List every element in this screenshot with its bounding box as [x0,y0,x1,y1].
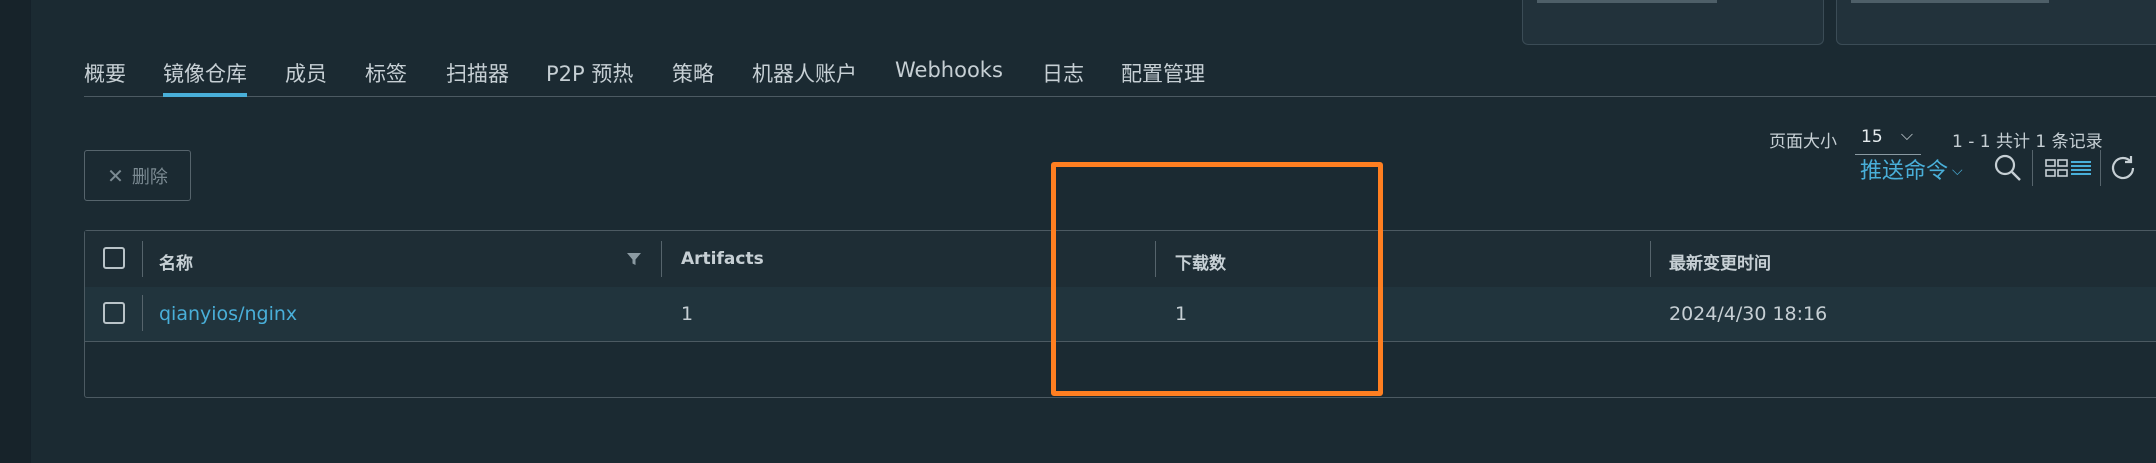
page-size-label: 页面大小 [1769,132,1837,152]
repository-name-link[interactable]: qianyios/nginx [159,303,297,325]
tab-robot-accounts[interactable]: 机器人账户 [752,58,857,88]
top-card [1836,0,2156,45]
left-rail [0,0,31,463]
push-command-dropdown[interactable]: 推送命令 ⌵ [1860,153,1963,185]
tab-scanners[interactable]: 扫描器 [446,58,509,88]
column-divider [1155,241,1156,277]
project-tabs: 概要 镜像仓库 成员 标签 扫描器 P2P 预热 策略 机器人账户 Webhoo… [84,52,2156,97]
delete-label: 删除 [131,166,168,188]
last-modified-time: 2024/4/30 18:16 [1669,303,1828,325]
column-divider [661,241,662,277]
download-count: 1 [1175,303,1188,325]
column-header-updated[interactable]: 最新变更时间 [1669,249,1771,274]
chevron-down-icon: ⌵ [1952,163,1963,179]
search-icon[interactable] [1992,152,2024,184]
tab-members[interactable]: 成员 [285,58,327,88]
table-header: 名称 Artifacts 下载数 最新变更时间 [85,231,2156,288]
tab-webhooks[interactable]: Webhooks [895,58,1003,82]
refresh-icon[interactable] [2107,152,2139,184]
toolbar-divider [2032,150,2033,186]
column-divider [1650,241,1651,277]
column-divider [142,241,143,277]
list-view-icon[interactable] [2065,152,2097,184]
tab-logs[interactable]: 日志 [1042,58,1084,88]
column-header-name[interactable]: 名称 [159,249,193,274]
filter-icon[interactable] [626,251,642,267]
page-size-value: 15 [1861,127,1883,147]
row-checkbox[interactable] [103,302,125,324]
tab-labels[interactable]: 标签 [365,58,407,88]
repositories-table: 名称 Artifacts 下载数 最新变更时间 qianyios/nginx 1… [84,230,2156,398]
close-icon: ✕ [107,163,124,188]
tab-policy[interactable]: 策略 [672,58,714,88]
toolbar-divider [2100,150,2101,186]
table-footer [85,341,2156,397]
tab-repositories[interactable]: 镜像仓库 [163,58,247,97]
delete-button[interactable]: ✕ 删除 [84,150,191,201]
select-all-checkbox[interactable] [103,247,125,269]
page-size-select[interactable]: 15 ⌵ [1855,121,1921,155]
pagination-summary: 1 - 1 共计 1 条记录 [1952,132,2103,152]
column-header-downloads[interactable]: 下载数 [1175,249,1226,274]
column-divider [142,295,143,331]
push-command-label: 推送命令 [1860,159,1949,184]
artifacts-count: 1 [681,303,694,325]
table-row: qianyios/nginx 1 1 2024/4/30 18:16 [85,287,2156,342]
tab-p2p-preheat[interactable]: P2P 预热 [546,58,633,88]
tab-summary[interactable]: 概要 [84,58,126,88]
top-card [1522,0,1824,45]
tab-configuration[interactable]: 配置管理 [1121,58,1205,88]
chevron-down-icon: ⌵ [1900,125,1913,144]
column-header-artifacts[interactable]: Artifacts [681,249,764,269]
